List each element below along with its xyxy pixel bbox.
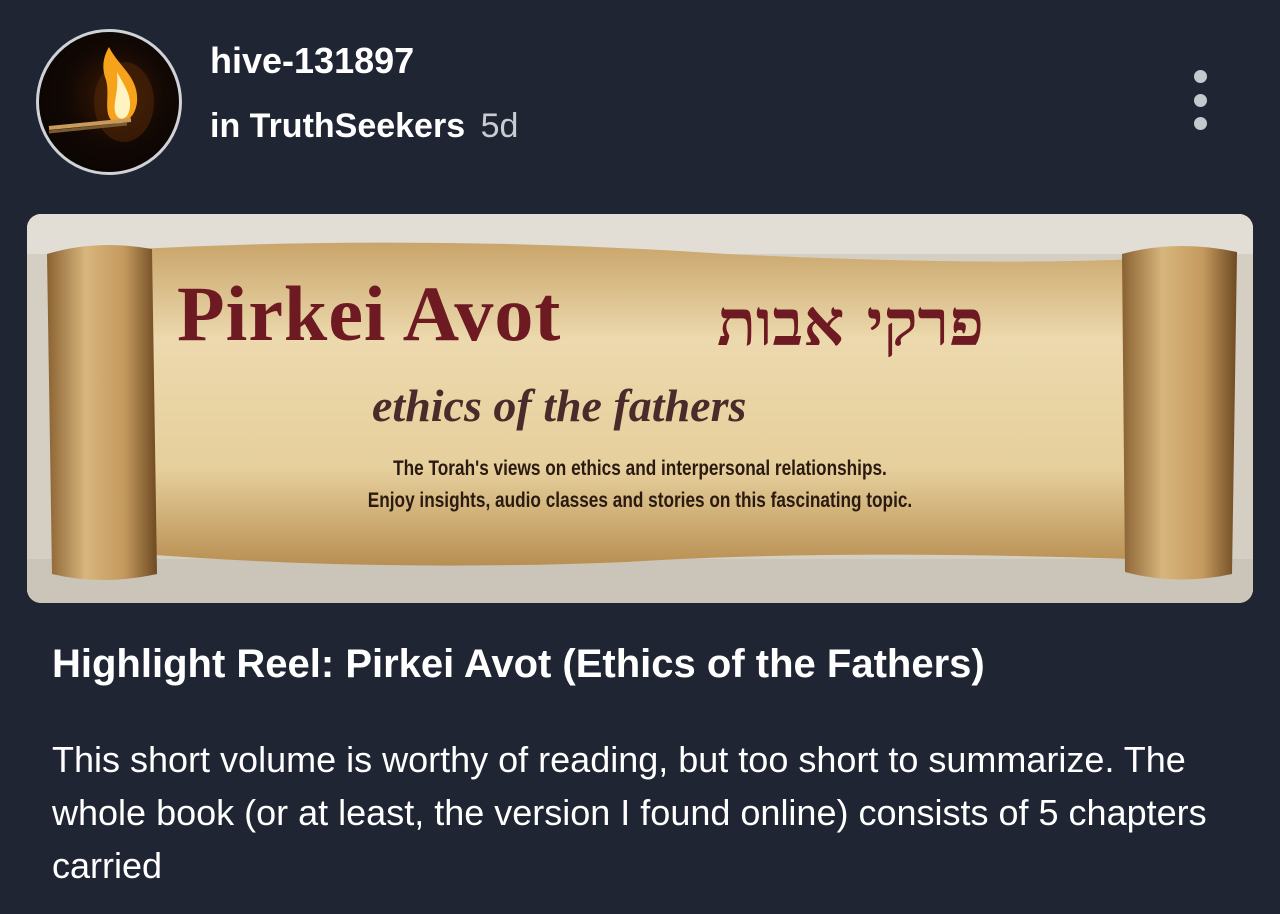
post-header: hive-131897 in TruthSeekers 5d [0,0,1280,200]
torch-flame-image [48,47,154,142]
post-meta: in TruthSeekers 5d [210,107,518,146]
banner-tagline-1: The Torah's views on ethics and interper… [393,457,887,480]
author-name[interactable]: hive-131897 [210,40,414,82]
banner-title: Pirkei Avot [177,270,562,357]
post-excerpt[interactable]: This short volume is worthy of reading, … [52,733,1232,892]
author-avatar[interactable] [36,29,182,175]
more-vertical-icon[interactable] [1182,70,1218,130]
banner-tagline-2: Enjoy insights, audio classes and storie… [367,489,913,512]
post-title[interactable]: Highlight Reel: Pirkei Avot (Ethics of t… [52,642,1232,687]
more-dot [1193,70,1207,83]
more-dot [1193,117,1207,130]
post-cover-image[interactable]: Pirkei Avot פרקי אבות ethics of the fath… [27,214,1253,603]
more-dot [1193,93,1207,107]
community-link[interactable]: TruthSeekers [250,107,465,145]
in-label: in [210,107,241,145]
banner-subtitle: ethics of the fathers [372,380,747,431]
post-age: 5d [480,107,519,145]
banner-hebrew-title: פרקי אבות [717,286,984,361]
